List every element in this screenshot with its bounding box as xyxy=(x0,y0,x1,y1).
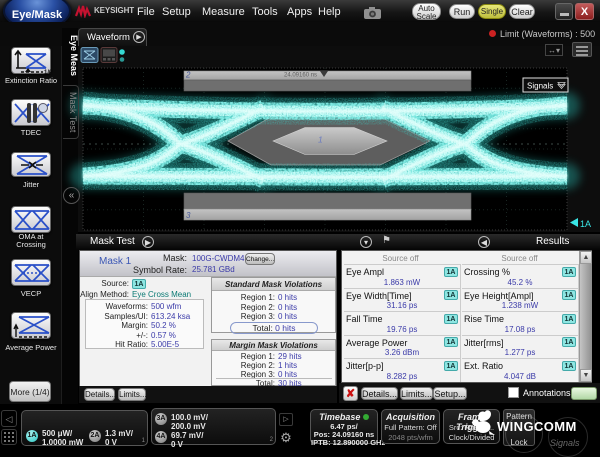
svg-text:1: 1 xyxy=(318,135,323,145)
svg-text:2: 2 xyxy=(185,71,191,80)
svg-text:1A: 1A xyxy=(580,219,591,229)
svg-text:1/0: 1/0 xyxy=(44,70,51,74)
svg-text:Signals: Signals xyxy=(527,82,553,91)
svg-text:24.09160 ns: 24.09160 ns xyxy=(284,73,317,79)
svg-text:3: 3 xyxy=(186,211,191,220)
